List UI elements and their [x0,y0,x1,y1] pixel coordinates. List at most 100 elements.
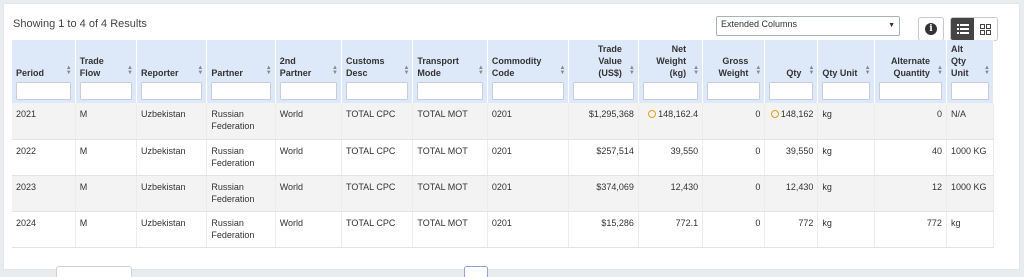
cell-value: TOTAL MOT [417,181,468,192]
cell-value: 1000 KG [950,145,987,156]
column-label: Commodity Code [491,56,542,78]
cell-reporter: Uzbekistan [136,175,208,212]
cell-value: Russian Federation [211,181,255,204]
column-header-customs[interactable]: Customs Desc ▲ ▼ [341,40,414,103]
cell-commodity: 0201 [487,103,570,140]
column-header-reporter[interactable]: Reporter ▲ ▼ [136,40,208,103]
column-set-selected: Extended Columns [721,19,798,29]
cell-gross-weight: 0 [702,139,766,176]
table-body: 2021 M Uzbekistan Russian Federation World TO… [12,103,995,248]
column-filter-input[interactable] [642,82,699,100]
cell-value: 0201 [491,145,512,156]
cell-net-weight: 12,430 [638,175,704,212]
cell-net-weight: 39,550 [638,139,704,176]
cell-value: M [79,109,88,119]
sort-icon[interactable]: ▲ ▼ [266,65,272,76]
column-header-alt-qty[interactable]: Alternate Quantity ▲ ▼ [874,40,947,103]
column-filter-input[interactable] [707,82,761,100]
cell-value: TOTAL CPC [346,145,396,156]
column-filter-input[interactable] [950,82,989,100]
sort-icon[interactable]: ▲ ▼ [693,65,699,76]
sort-icon[interactable]: ▲ ▼ [197,65,203,76]
cell-qty: 12,430 [764,175,819,212]
cell-value: 148,162 [780,109,814,119]
cell-value: 772 [926,217,942,228]
sort-icon[interactable]: ▲ ▼ [984,65,990,76]
column-header-net-weight[interactable]: Net Weight (kg) ▲ ▼ [638,40,704,103]
table-row[interactable]: 2024 M Uzbekistan Russian Federation World TO… [12,211,995,248]
info-button[interactable]: i [918,17,944,41]
cell-value: kg [822,145,832,156]
cell-customs: TOTAL CPC [341,103,414,140]
column-header-commodity[interactable]: Commodity Code ▲ ▼ [487,40,570,103]
cell-value: World [279,109,304,119]
sort-icon[interactable]: ▲ ▼ [808,65,814,76]
results-table: Period ▲ ▼ Trade Flow ▲ ▼ Reporter ▲ ▼ Partner ▲ ▼ 2… [12,40,995,248]
cell-partner2: World [275,211,343,248]
cell-value: 2023 [16,181,37,192]
cell-net-weight: 148,162.4 [638,103,704,140]
list-view-button[interactable] [951,18,974,40]
column-filter-input[interactable] [16,82,71,100]
grid-view-button[interactable] [974,18,997,40]
sort-icon[interactable]: ▲ ▼ [332,65,338,76]
cell-qty: 39,550 [764,139,819,176]
sort-icon[interactable]: ▲ ▼ [560,65,566,76]
cell-qty-unit: kg [817,103,875,140]
column-filter-input[interactable] [211,82,271,100]
cell-value: kg [822,217,832,228]
column-header-gross-weight[interactable]: Gross Weight ▲ ▼ [702,40,766,103]
cell-value: Russian Federation [211,109,255,131]
table-row[interactable]: 2023 M Uzbekistan Russian Federation World TO… [12,175,995,212]
sort-icon[interactable]: ▲ ▼ [403,65,409,76]
cell-partner2: World [275,139,343,176]
column-filter-input[interactable] [491,82,565,100]
column-set-select[interactable]: Extended Columns ▼ [716,16,900,36]
column-header-partner[interactable]: Partner ▲ ▼ [206,40,276,103]
cell-value: 0 [755,181,761,192]
cell-trade-value: $257,514 [568,139,639,176]
cell-transport: TOTAL MOT [412,103,488,140]
cell-value: TOTAL MOT [417,109,468,119]
column-filter-input[interactable] [346,82,409,100]
cell-value: TOTAL CPC [346,217,396,228]
sort-icon[interactable]: ▲ ▼ [478,65,484,76]
column-header-qty[interactable]: Qty ▲ ▼ [764,40,819,103]
column-filter-input[interactable] [417,82,483,100]
column-header-transport[interactable]: Transport Mode ▲ ▼ [412,40,488,103]
sort-icon[interactable]: ▲ ▼ [66,65,72,76]
cell-reporter: Uzbekistan [136,103,208,140]
sort-icon[interactable]: ▲ ▼ [127,65,133,76]
table-row[interactable]: 2021 M Uzbekistan Russian Federation World TO… [12,103,995,140]
column-header-partner2[interactable]: 2nd Partner ▲ ▼ [275,40,343,103]
sort-icon[interactable]: ▲ ▼ [865,65,871,76]
column-filter-input[interactable] [140,82,203,100]
column-label: Customs Desc [346,56,385,78]
cell-period: 2024 [12,211,76,248]
sort-icon[interactable]: ▲ ▼ [937,65,943,76]
sort-icon[interactable]: ▲ ▼ [755,65,761,76]
table-row[interactable]: 2022 M Uzbekistan Russian Federation World TO… [12,139,995,176]
column-filter-input[interactable] [573,82,634,100]
column-header-trade-value[interactable]: Trade Value (US$) ▲ ▼ [568,40,639,103]
chevron-down-icon: ▼ [888,22,895,29]
column-header-qty-unit[interactable]: Qty Unit ▲ ▼ [817,40,875,103]
column-header-trade-flow[interactable]: Trade Flow ▲ ▼ [75,40,137,103]
page-size-select[interactable] [56,266,132,277]
cell-value: M [79,145,88,156]
column-filter-input[interactable] [79,82,132,100]
column-filter-input[interactable] [279,82,337,100]
pagination-button[interactable] [464,266,488,277]
cell-value: 0 [936,109,942,119]
column-header-alt-qty-unit[interactable]: Alt Qty Unit ▲ ▼ [946,40,995,103]
cell-qty-unit: kg [817,211,875,248]
column-filter-input[interactable] [822,82,870,100]
warning-circle-icon[interactable] [648,110,657,118]
sort-icon[interactable]: ▲ ▼ [629,65,635,76]
column-filter-input[interactable] [769,82,814,100]
column-filter-input[interactable] [878,82,942,100]
cell-value: 39,550 [670,145,699,156]
column-header-period[interactable]: Period ▲ ▼ [12,40,76,103]
column-label: 2nd Partner [279,56,312,78]
warning-circle-icon[interactable] [770,110,779,118]
